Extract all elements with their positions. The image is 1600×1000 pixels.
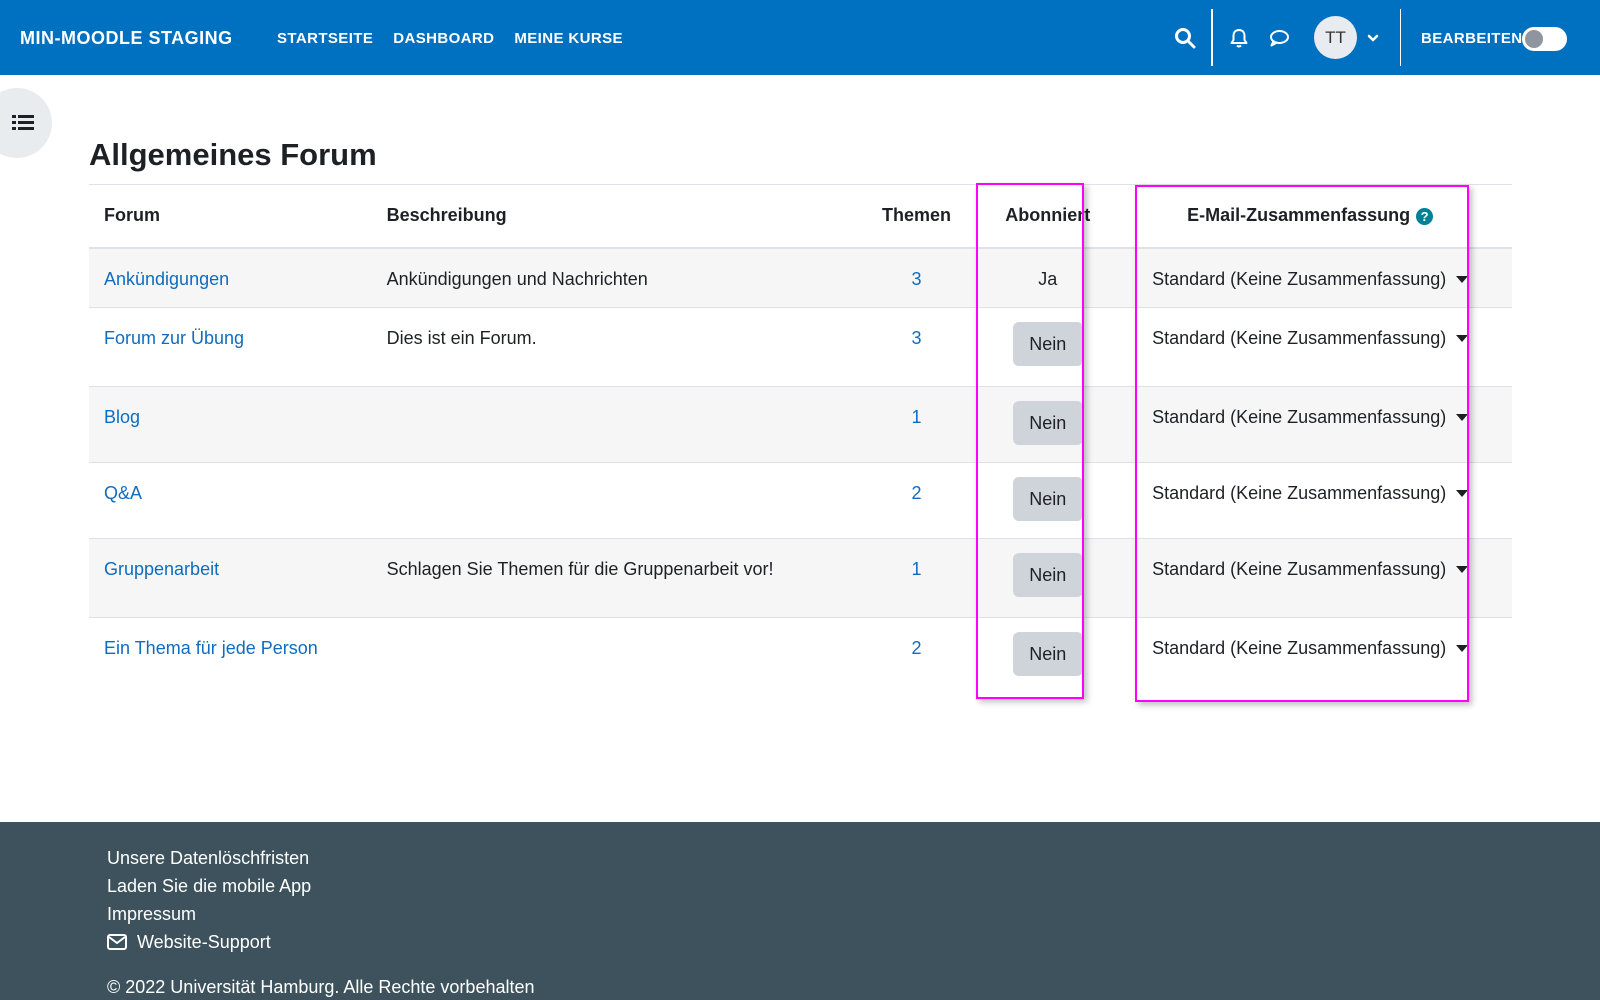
table-row: Blog 1 Nein Standard (Keine Zusammenfass… (89, 386, 1512, 463)
caret-down-icon (1456, 275, 1469, 283)
copyright-text: © 2022 Universität Hamburg. Alle Rechte … (107, 977, 535, 997)
edit-mode-toggle[interactable] (1522, 27, 1567, 51)
support-link-label: Website-Support (137, 932, 271, 952)
digest-value: Standard (Keine Zusammenfassung) (1152, 483, 1447, 503)
search-icon[interactable] (1174, 27, 1196, 49)
subscribe-toggle-button[interactable]: Nein (1012, 477, 1083, 521)
forum-link[interactable]: Ankündigungen (104, 269, 229, 289)
caret-down-icon (1456, 645, 1469, 652)
forum-table: Forum Beschreibung Themen Abonniert E-Ma… (89, 184, 1512, 697)
course-index-drawer-button[interactable] (0, 88, 52, 158)
forum-description (372, 463, 846, 539)
nav-startseite[interactable]: STARTSEITE (277, 30, 373, 47)
topics-count-link[interactable]: 1 (912, 407, 922, 427)
forum-description (372, 618, 846, 697)
digest-dropdown[interactable]: Standard (Keine Zusammenfassung) (1152, 407, 1469, 428)
bell-icon[interactable] (1228, 27, 1250, 49)
nav-meine-kurse[interactable]: MEINE KURSE (514, 30, 623, 47)
table-row: Q&A 2 Nein Standard (Keine Zusammenfassu… (89, 463, 1512, 539)
forum-description: Schlagen Sie Themen für die Gruppenarbei… (386, 559, 774, 579)
caret-down-icon (1456, 490, 1469, 497)
caret-down-icon (1456, 566, 1469, 573)
digest-dropdown[interactable]: Standard (Keine Zusammenfassung) (1152, 559, 1469, 580)
table-header-row: Forum Beschreibung Themen Abonniert E-Ma… (89, 184, 1512, 248)
forum-link[interactable]: Forum zur Übung (104, 328, 244, 348)
subscribed-status: Ja (1038, 268, 1058, 289)
primary-navigation: STARTSEITE DASHBOARD MEINE KURSE (277, 30, 623, 47)
topics-count-link[interactable]: 1 (912, 559, 922, 579)
header-forum: Forum (104, 205, 160, 226)
footer-link-mobile-app[interactable]: Laden Sie die mobile App (107, 872, 311, 900)
footer-link-impressum[interactable]: Impressum (107, 900, 311, 928)
forum-description (372, 387, 846, 463)
top-navbar: MIN-MOODLE STAGING STARTSEITE DASHBOARD … (0, 0, 1600, 75)
table-row: Ankündigungen Ankündigungen und Nachrich… (89, 247, 1512, 308)
table-row: Forum zur Übung Dies ist ein Forum. 3 Ne… (89, 308, 1512, 387)
digest-dropdown[interactable]: Standard (Keine Zusammenfassung) (1152, 328, 1469, 349)
digest-dropdown[interactable]: Standard (Keine Zusammenfassung) (1152, 638, 1469, 659)
help-icon[interactable]: ? (1416, 208, 1434, 225)
footer-link-support[interactable]: Website-Support (107, 928, 311, 956)
footer-links: Unsere Datenlöschfristen Laden Sie die m… (107, 844, 311, 956)
digest-value: Standard (Keine Zusammenfassung) (1152, 268, 1447, 289)
forum-link[interactable]: Ein Thema für jede Person (104, 638, 318, 658)
subscribe-toggle-button[interactable]: Nein (1012, 322, 1083, 366)
caret-down-icon (1456, 335, 1469, 342)
navbar-divider (1211, 9, 1213, 66)
header-digest: E-Mail-Zusammenfassung? (1108, 185, 1512, 248)
forum-description: Ankündigungen und Nachrichten (386, 268, 648, 289)
header-topics: Themen (882, 205, 952, 226)
list-icon (12, 115, 34, 130)
page-footer: Unsere Datenlöschfristen Laden Sie die m… (0, 822, 1600, 1000)
digest-dropdown[interactable]: Standard (Keine Zusammenfassung) (1152, 268, 1469, 290)
caret-down-icon (1456, 414, 1469, 421)
forum-link[interactable]: Blog (104, 407, 140, 427)
digest-value: Standard (Keine Zusammenfassung) (1152, 638, 1447, 658)
topics-count-link[interactable]: 3 (912, 328, 922, 348)
digest-value: Standard (Keine Zusammenfassung) (1152, 407, 1447, 427)
navbar-divider (1400, 9, 1401, 66)
header-digest-label: E-Mail-Zusammenfassung (1187, 205, 1411, 226)
site-brand[interactable]: MIN-MOODLE STAGING (20, 28, 233, 49)
subscribe-toggle-button[interactable]: Nein (1012, 632, 1083, 676)
forum-link[interactable]: Gruppenarbeit (104, 559, 219, 579)
chevron-down-icon[interactable] (1366, 31, 1380, 45)
digest-dropdown[interactable]: Standard (Keine Zusammenfassung) (1152, 483, 1469, 504)
user-avatar[interactable]: TT (1314, 16, 1357, 59)
nav-dashboard[interactable]: DASHBOARD (393, 30, 494, 47)
toggle-knob (1525, 30, 1543, 48)
digest-value: Standard (Keine Zusammenfassung) (1152, 559, 1447, 579)
subscribe-toggle-button[interactable]: Nein (1012, 553, 1083, 597)
digest-value: Standard (Keine Zusammenfassung) (1152, 328, 1447, 348)
forum-link[interactable]: Q&A (104, 483, 142, 503)
table-row: Ein Thema für jede Person 2 Nein Standar… (89, 618, 1512, 697)
edit-mode-label: BEARBEITEN (1421, 30, 1523, 47)
chat-bubble-icon[interactable] (1268, 27, 1290, 49)
table-row: Gruppenarbeit Schlagen Sie Themen für di… (89, 538, 1512, 618)
page-title: Allgemeines Forum (89, 137, 377, 172)
topics-count-link[interactable]: 3 (912, 269, 922, 289)
forum-description: Dies ist ein Forum. (386, 328, 537, 348)
footer-link-data-retention[interactable]: Unsere Datenlöschfristen (107, 844, 311, 872)
header-description: Beschreibung (386, 205, 507, 226)
subscribe-toggle-button[interactable]: Nein (1012, 401, 1083, 445)
topics-count-link[interactable]: 2 (912, 638, 922, 658)
header-subscribed: Abonniert (1005, 205, 1091, 226)
envelope-icon (107, 934, 127, 950)
topics-count-link[interactable]: 2 (912, 483, 922, 503)
